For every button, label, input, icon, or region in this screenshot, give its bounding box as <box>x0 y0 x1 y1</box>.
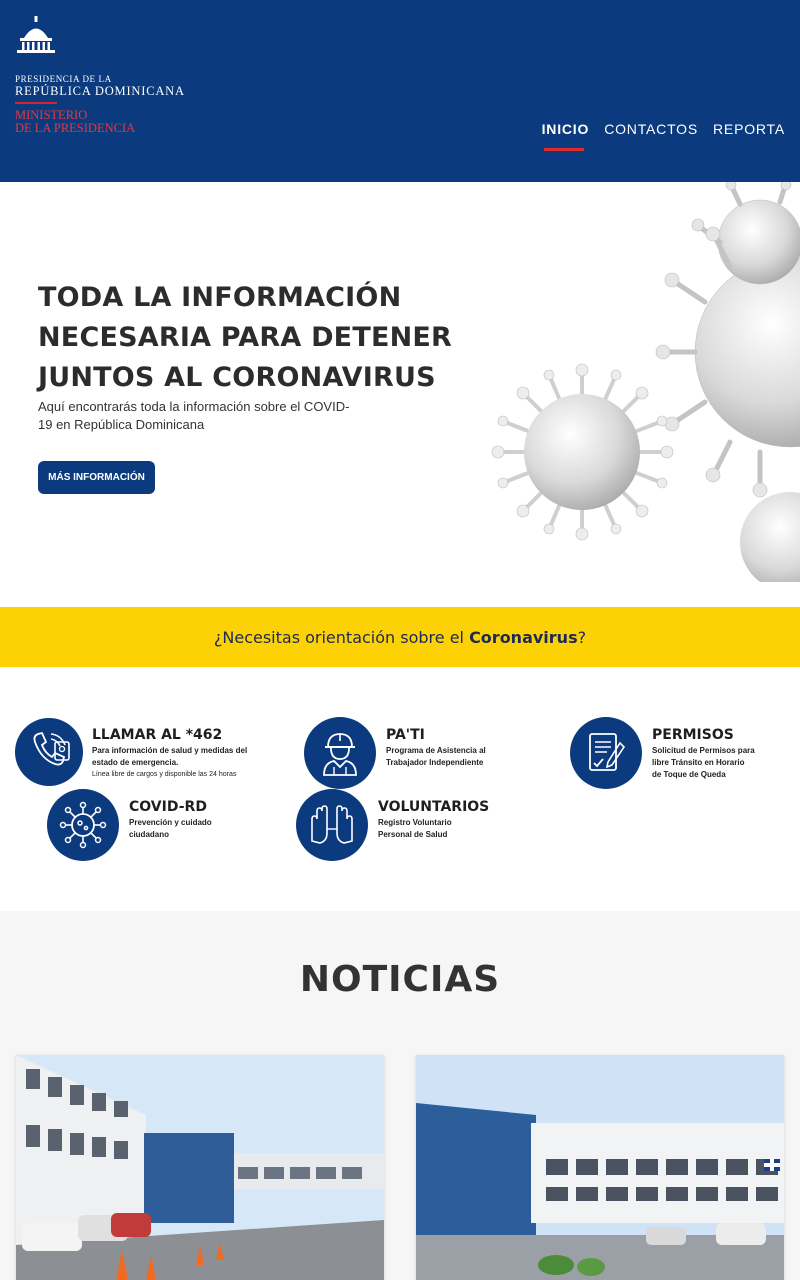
banner-text-suffix: ? <box>577 627 587 647</box>
orientation-banner[interactable]: ¿Necesitas orientación sobre el Coronavi… <box>0 607 800 667</box>
main-nav: INICIO CONTACTOS REPORTA <box>541 121 785 151</box>
logo-presidencia-subtext: DE LA PRESIDENCIA <box>15 121 136 135</box>
site-header: PRESIDENCIA DE LA REPÚBLICA DOMINICANA M… <box>0 0 800 182</box>
coronavirus-illustration <box>491 182 800 582</box>
service-permisos-desc-line1: Solicitud de Permisos para <box>652 746 755 755</box>
virus-icon <box>47 789 119 861</box>
service-llamar-desc-line2: estado de emergencia. <box>92 758 179 767</box>
logo-presidencia-text: PRESIDENCIA DE LA <box>15 74 112 84</box>
nav-contactos-label: CONTACTOS <box>604 121 699 137</box>
hero-subtitle: Aquí encontrarás toda la información sob… <box>38 399 350 432</box>
service-covid-rd-desc-line2: ciudadano <box>129 830 170 839</box>
mas-informacion-button[interactable]: MÁS INFORMACIÓN <box>38 461 155 494</box>
phone-call-icon <box>15 718 83 786</box>
banner-text-prefix: ¿Necesitas orientación sobre el <box>213 627 470 647</box>
dome-icon <box>17 16 55 53</box>
service-voluntarios-desc: Registro Voluntario Personal de Salud <box>378 817 518 841</box>
service-permisos-title: PERMISOS <box>652 727 734 743</box>
hero-title: TODA LA INFORMACIÓN NECESARIA PARA DETEN… <box>38 282 453 393</box>
document-signature-icon <box>570 717 642 789</box>
service-llamar-note: Línea libre de cargos y disponible las 2… <box>92 771 237 778</box>
banner-text-strong: Coronavirus <box>469 627 578 647</box>
nav-reporta-label: REPORTA <box>713 121 785 137</box>
nav-inicio[interactable]: INICIO <box>541 121 590 151</box>
service-llamar-desc-line1: Para información de salud y medidas del <box>92 746 248 755</box>
service-voluntarios-title: VOLUNTARIOS <box>378 799 490 815</box>
hero-section: TODA LA INFORMACIÓN NECESARIA PARA DETEN… <box>0 182 800 582</box>
service-covid-rd-desc-line1: Prevención y cuidado <box>129 818 212 827</box>
nav-reporta[interactable]: REPORTA <box>713 121 785 137</box>
logo-divider <box>15 102 57 104</box>
service-covid-rd-desc: Prevención y cuidado ciudadano <box>129 817 269 841</box>
banner-text: ¿Necesitas orientación sobre el Coronavi… <box>214 628 586 647</box>
news-card-image <box>416 1055 784 1280</box>
service-pati-desc: Programa de Asistencia al Trabajador Ind… <box>386 745 526 769</box>
news-card-image <box>16 1055 384 1280</box>
news-heading: NOTICIAS <box>299 959 501 1000</box>
service-llamar-title: LLAMAR AL *462 <box>92 727 223 743</box>
service-permisos-desc: Solicitud de Permisos para libre Tránsit… <box>652 745 792 781</box>
nav-active-indicator <box>543 148 584 151</box>
news-card[interactable] <box>16 1055 384 1280</box>
service-permisos-desc-line2: libre Tránsito en Horario <box>652 758 745 767</box>
presidencia-logo[interactable]: PRESIDENCIA DE LA REPÚBLICA DOMINICANA M… <box>14 16 204 135</box>
worker-icon <box>304 717 376 789</box>
news-card[interactable] <box>416 1055 784 1280</box>
service-covid-rd-title: COVID-RD <box>129 799 207 815</box>
service-voluntarios-desc-line1: Registro Voluntario <box>378 818 452 827</box>
service-pati-title: PA'TI <box>386 727 425 743</box>
raised-hands-icon <box>296 789 368 861</box>
nav-contactos[interactable]: CONTACTOS <box>604 121 698 137</box>
service-pati-desc-line2: Trabajador Independiente <box>386 758 484 767</box>
service-voluntarios-desc-line2: Personal de Salud <box>378 830 448 839</box>
nav-inicio-label: INICIO <box>541 121 590 137</box>
logo-republica-text: REPÚBLICA DOMINICANA <box>15 84 185 98</box>
service-llamar-desc: Para información de salud y medidas del … <box>92 745 272 769</box>
service-permisos-desc-line3: de Toque de Queda <box>652 770 726 779</box>
service-pati-desc-line1: Programa de Asistencia al <box>386 746 486 755</box>
news-section: NOTICIAS <box>0 911 800 1280</box>
